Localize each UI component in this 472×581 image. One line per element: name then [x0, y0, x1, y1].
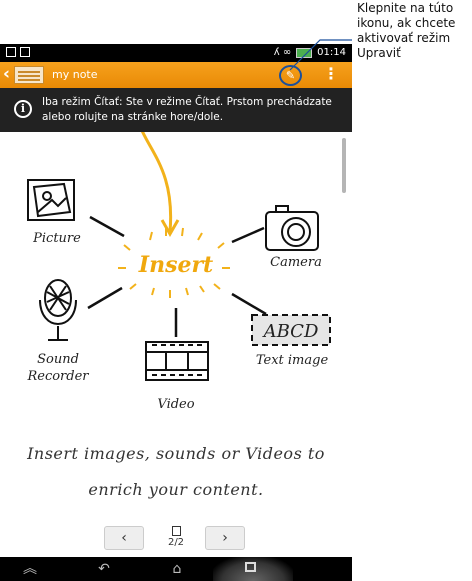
page-indicator: 2/2 — [160, 526, 192, 548]
callout-line-4: Upraviť — [357, 46, 401, 60]
phone-screen: ʎ ∞ 01:14 ‹ my note ✎ ⋮ i Iba režim Číta… — [0, 0, 352, 581]
app-bar: ‹ my note ✎ ⋮ — [0, 62, 352, 88]
status-bar: ʎ ∞ 01:14 — [0, 44, 352, 62]
edit-mode-callout: Klepnite na túto ikonu, ak chcete aktivo… — [357, 1, 472, 61]
edit-mode-button[interactable]: ✎ — [279, 65, 302, 86]
overflow-menu-icon[interactable]: ⋮ — [323, 65, 339, 83]
screenshot-notification-icon — [20, 47, 30, 57]
callout-line-2: ikonu, ak chcete — [357, 16, 456, 30]
caption-line-2: enrich your content. — [88, 480, 264, 499]
info-icon: i — [14, 100, 32, 118]
note-title: my note — [52, 68, 98, 81]
home-icon[interactable]: ⌂ — [157, 560, 197, 578]
status-time: 01:14 — [317, 47, 346, 58]
video-icon — [145, 341, 209, 381]
arrow-line — [140, 132, 173, 233]
microphone-icon — [39, 279, 77, 341]
info-text: Iba režim Čítať: Ste v režime Čítať. Prs… — [42, 96, 332, 123]
page-navigator: ‹ 2/2 › — [0, 526, 352, 554]
image-notification-icon — [6, 47, 16, 57]
recent-apps-icon[interactable] — [213, 557, 293, 581]
page-number: 2/2 — [167, 537, 185, 548]
chevron-left-icon[interactable]: ‹ — [3, 66, 10, 83]
camera-icon — [265, 205, 319, 251]
picture-label: Picture — [32, 231, 81, 246]
collapse-icon[interactable]: ︽ — [10, 560, 50, 578]
text-image-label: Text image — [256, 353, 329, 368]
navigation-bar: ︽ ↶ ⌂ — [0, 557, 352, 581]
pen-icon: ✎ — [285, 69, 296, 82]
insert-label: Insert — [138, 252, 213, 278]
read-only-info-bar: i Iba režim Čítať: Ste v režime Čítať. P… — [0, 88, 352, 132]
battery-icon — [296, 47, 313, 58]
next-page-button[interactable]: › — [205, 526, 245, 550]
previous-page-button[interactable]: ‹ — [104, 526, 144, 550]
video-label: Video — [157, 397, 194, 412]
caption-line-1: Insert images, sounds or Videos to — [27, 444, 325, 463]
signal-icons: ʎ ∞ — [273, 47, 292, 58]
callout-line-3: aktivovať režim — [357, 31, 451, 45]
callout-line-1: Klepnite na túto — [357, 1, 454, 15]
sound-label-line2: Recorder — [26, 369, 89, 384]
sound-label-line1: Sound — [37, 352, 79, 367]
page-icon — [171, 526, 181, 536]
note-icon[interactable] — [14, 66, 44, 84]
back-icon[interactable]: ↶ — [84, 560, 124, 578]
camera-label: Camera — [270, 255, 322, 270]
picture-icon — [27, 179, 75, 221]
insert-illustration: Insert Picture Camera Sound Recorder ABC… — [26, 132, 331, 412]
text-image-box-label: ABCD — [262, 321, 319, 342]
